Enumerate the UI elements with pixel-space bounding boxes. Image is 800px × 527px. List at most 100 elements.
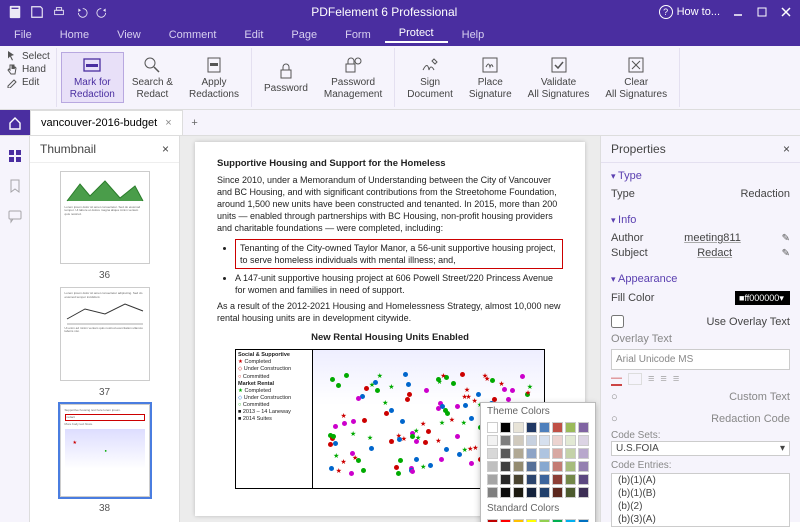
apply-redactions-button[interactable]: Apply Redactions	[181, 53, 247, 102]
color-swatch[interactable]	[552, 435, 563, 446]
color-swatch[interactable]	[526, 435, 537, 446]
color-swatch[interactable]	[565, 474, 576, 485]
color-swatch[interactable]	[513, 487, 524, 498]
color-swatch[interactable]	[487, 474, 498, 485]
color-swatch[interactable]	[565, 461, 576, 472]
thumbnails-icon[interactable]	[7, 148, 23, 164]
menu-comment[interactable]: Comment	[155, 29, 231, 41]
color-swatch[interactable]	[526, 487, 537, 498]
color-swatch[interactable]	[526, 448, 537, 459]
color-swatch[interactable]	[539, 435, 550, 446]
subject-field[interactable]: Redact	[697, 247, 732, 259]
color-swatch[interactable]	[578, 422, 589, 433]
color-swatch[interactable]	[487, 448, 498, 459]
menu-page[interactable]: Page	[277, 29, 331, 41]
color-swatch[interactable]	[552, 448, 563, 459]
color-swatch[interactable]	[487, 461, 498, 472]
maximize-button[interactable]	[752, 4, 772, 20]
color-swatch[interactable]	[565, 435, 576, 446]
password-button[interactable]: Password	[256, 59, 316, 97]
type-section-header[interactable]: Type	[611, 167, 790, 185]
color-swatch[interactable]	[552, 487, 563, 498]
color-swatch[interactable]	[539, 448, 550, 459]
sign-document-button[interactable]: Sign Document	[399, 53, 461, 102]
color-swatch[interactable]	[513, 435, 524, 446]
place-signature-button[interactable]: Place Signature	[461, 53, 520, 102]
color-swatch[interactable]	[487, 435, 498, 446]
color-swatch[interactable]	[565, 487, 576, 498]
info-section-header[interactable]: Info	[611, 211, 790, 229]
color-swatch[interactable]	[526, 474, 537, 485]
code-entry[interactable]: (b)(3)(A)	[612, 513, 789, 526]
color-swatch[interactable]	[552, 461, 563, 472]
color-swatch[interactable]	[500, 461, 511, 472]
color-swatch[interactable]	[552, 474, 563, 485]
color-swatch[interactable]	[578, 461, 589, 472]
code-sets-combo[interactable]: U.S.FOIA▾	[611, 441, 790, 456]
print-icon[interactable]	[52, 5, 66, 19]
menu-file[interactable]: File	[0, 29, 46, 41]
overlay-font-combo[interactable]: Arial Unicode MS	[611, 349, 790, 370]
search-redact-button[interactable]: Search & Redact	[124, 53, 181, 102]
color-swatch[interactable]	[526, 461, 537, 472]
appearance-section-header[interactable]: Appearance	[611, 270, 790, 288]
password-management-button[interactable]: Password Management	[316, 53, 390, 102]
redaction-marked-text[interactable]: Tenanting of the City-owned Taylor Manor…	[235, 239, 563, 269]
color-swatch[interactable]	[513, 448, 524, 459]
properties-close-icon[interactable]: ×	[783, 142, 790, 156]
thumbnail-panel-close-icon[interactable]: ×	[162, 142, 169, 156]
menu-help[interactable]: Help	[448, 29, 499, 41]
redo-icon[interactable]	[96, 5, 110, 19]
mark-for-redaction-button[interactable]: Mark for Redaction	[61, 52, 124, 103]
color-swatch[interactable]	[578, 448, 589, 459]
color-swatch[interactable]	[500, 474, 511, 485]
home-tab-button[interactable]	[0, 110, 30, 135]
bookmark-icon[interactable]	[7, 178, 23, 194]
color-swatch[interactable]	[552, 422, 563, 433]
tool-edit[interactable]: Edit	[6, 76, 50, 88]
tool-select[interactable]: Select	[6, 50, 50, 62]
new-tab-button[interactable]: +	[183, 110, 207, 135]
color-swatch[interactable]	[513, 461, 524, 472]
edit-icon[interactable]: ✎	[782, 233, 790, 244]
code-entry[interactable]: (b)(1)(B)	[612, 487, 789, 500]
thumbnail-page[interactable]: Supportive housing text here lorem ipsum…	[60, 404, 150, 497]
color-swatch[interactable]	[500, 422, 511, 433]
thumbnail-page[interactable]: Lorem ipsum dolor sit amet consectetur a…	[60, 287, 150, 380]
color-swatch[interactable]	[539, 474, 550, 485]
edit-icon[interactable]: ✎	[782, 248, 790, 259]
color-swatch[interactable]	[500, 448, 511, 459]
use-overlay-text-checkbox[interactable]	[611, 315, 624, 328]
color-swatch[interactable]	[526, 422, 537, 433]
tool-hand[interactable]: Hand	[6, 63, 50, 75]
code-entry[interactable]: (b)(1)(A)	[612, 474, 789, 487]
color-swatch[interactable]	[539, 422, 550, 433]
menu-protect[interactable]: Protect	[385, 27, 448, 43]
color-swatch[interactable]	[513, 422, 524, 433]
code-entry[interactable]: (b)(2)	[612, 500, 789, 513]
color-swatch[interactable]	[487, 487, 498, 498]
color-swatch[interactable]	[565, 448, 576, 459]
author-field[interactable]: meeting811	[684, 232, 741, 244]
code-entries-list[interactable]: (b)(1)(A) (b)(1)(B) (b)(2) (b)(3)(A)	[611, 473, 790, 527]
close-button[interactable]	[776, 4, 796, 20]
color-swatch[interactable]	[565, 422, 576, 433]
color-swatch[interactable]	[513, 474, 524, 485]
page-viewport[interactable]: Supportive Housing and Support for the H…	[180, 136, 600, 522]
color-swatch[interactable]	[487, 422, 498, 433]
how-to-link[interactable]: How to...	[659, 5, 728, 19]
color-swatch[interactable]	[500, 487, 511, 498]
close-tab-icon[interactable]: ×	[165, 117, 171, 129]
document-tab[interactable]: vancouver-2016-budget ×	[30, 110, 183, 135]
comment-icon[interactable]	[7, 208, 23, 224]
thumbnail-page[interactable]: Lorem ipsum dolor sit amet consectetur. …	[60, 171, 150, 264]
color-swatch[interactable]	[578, 435, 589, 446]
validate-all-signatures-button[interactable]: Validate All Signatures	[520, 53, 598, 102]
menu-view[interactable]: View	[103, 29, 155, 41]
minimize-button[interactable]	[728, 4, 748, 20]
menu-form[interactable]: Form	[331, 29, 385, 41]
clear-all-signatures-button[interactable]: Clear All Signatures	[597, 53, 675, 102]
save-icon[interactable]	[30, 5, 44, 19]
menu-edit[interactable]: Edit	[230, 29, 277, 41]
color-swatch[interactable]	[578, 487, 589, 498]
